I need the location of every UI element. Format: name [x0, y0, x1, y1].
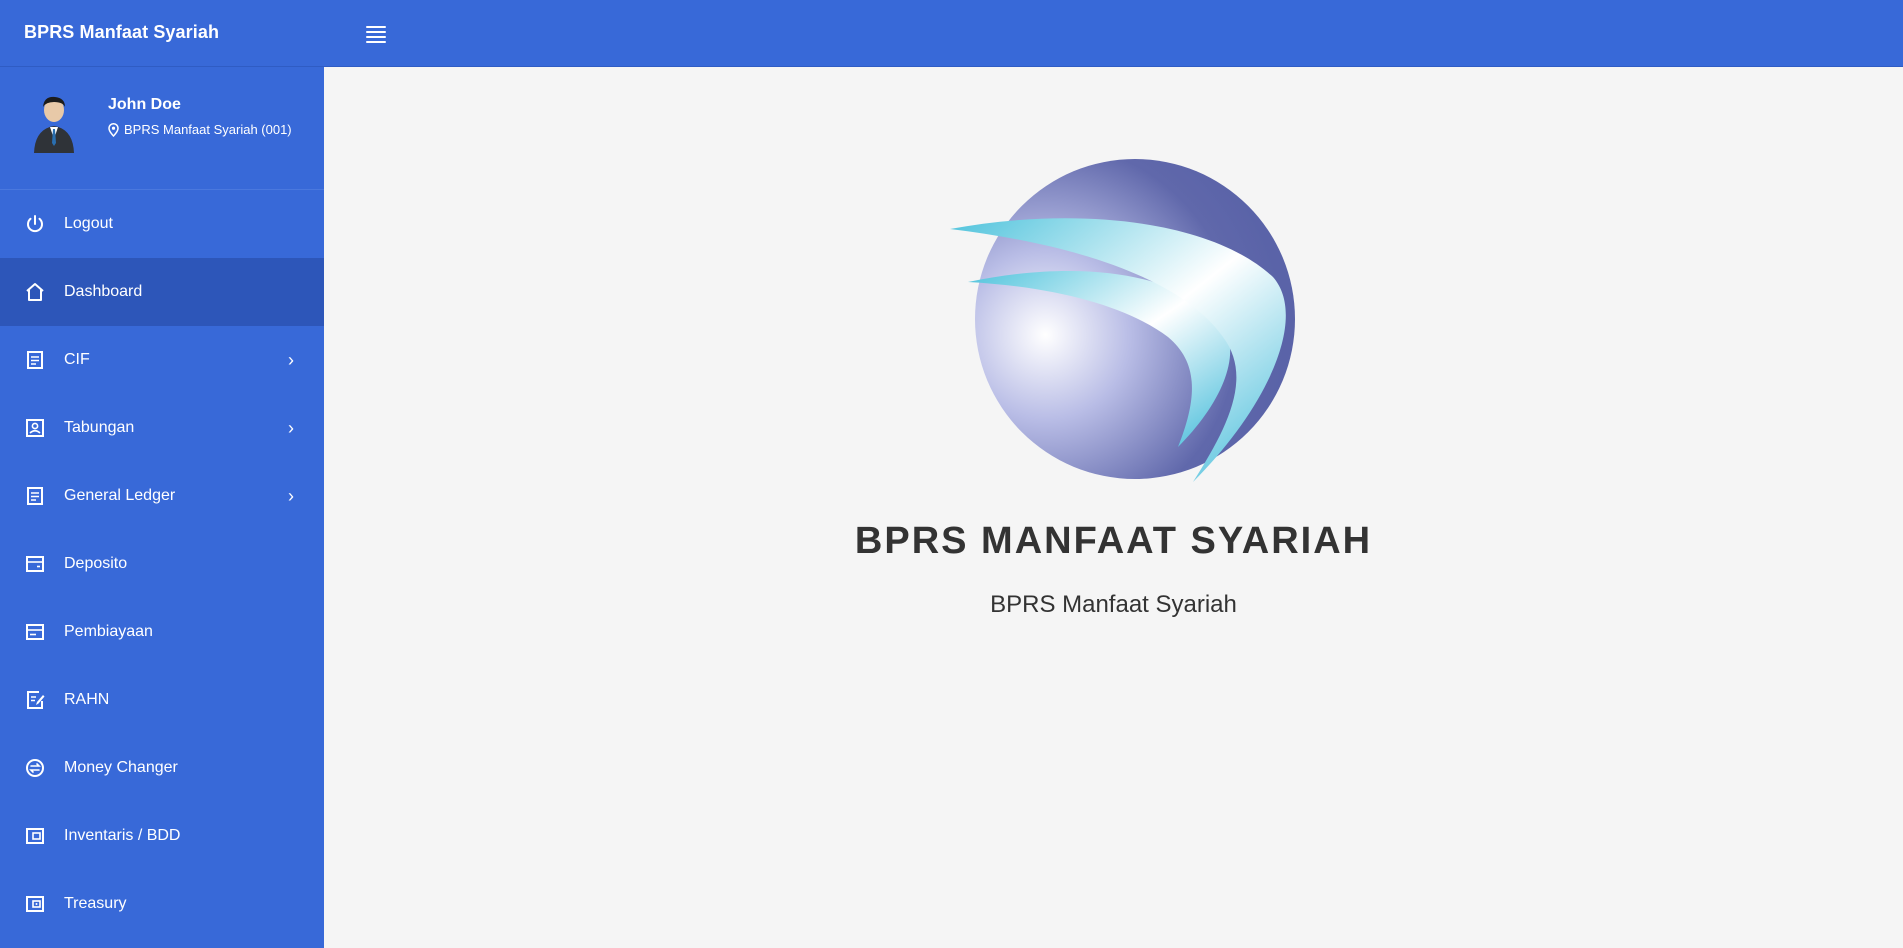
sidebar-item-label: RAHN: [64, 691, 110, 708]
chevron-right-icon[interactable]: ›: [276, 418, 306, 439]
location-pin-icon: [108, 122, 119, 137]
company-logo: [950, 159, 1295, 482]
page-title: BPRS MANFAAT SYARIAH: [854, 520, 1373, 562]
treasury-icon: [24, 893, 46, 915]
sidebar-item-money-changer[interactable]: Money Changer: [0, 734, 324, 802]
sidebar-item-rahn[interactable]: RAHN: [0, 666, 324, 734]
sidebar-item-label: Inventaris / BDD: [64, 827, 181, 844]
edit-document-icon: [24, 689, 46, 711]
power-icon: [24, 213, 46, 235]
card-icon: [24, 621, 46, 643]
sidebar-item-label: Tabungan: [64, 419, 135, 436]
inventory-icon: [24, 825, 46, 847]
sidebar-item-label: Deposito: [64, 555, 128, 572]
home-icon: [24, 281, 46, 303]
user-name: John Doe: [108, 96, 181, 113]
sidebar-item-label: Treasury: [64, 895, 127, 912]
sidebar-item-general-ledger[interactable]: General Ledger ›: [0, 462, 324, 530]
chevron-right-icon[interactable]: ›: [276, 486, 306, 507]
ledger-icon: [24, 485, 46, 507]
page-subtitle: BPRS Manfaat Syariah: [990, 591, 1237, 618]
sidebar-item-label: Dashboard: [64, 283, 143, 300]
savings-icon: [24, 417, 46, 439]
sidebar-item-logout[interactable]: Logout: [0, 190, 324, 258]
sidebar-item-dashboard[interactable]: Dashboard: [0, 258, 324, 326]
avatar: [34, 96, 74, 153]
document-icon: [24, 349, 46, 371]
sidebar-menu: Logout Dashboard CIF › Tabungan › Genera…: [0, 190, 324, 938]
menu-toggle-icon[interactable]: [362, 22, 390, 46]
top-navbar: BPRS Manfaat Syariah: [0, 0, 1903, 67]
user-branch-label: BPRS Manfaat Syariah (001): [124, 122, 292, 137]
sidebar-item-label: CIF: [64, 351, 90, 368]
sidebar-item-label: Money Changer: [64, 759, 178, 776]
sidebar-item-treasury[interactable]: Treasury: [0, 870, 324, 938]
sidebar-item-tabungan[interactable]: Tabungan ›: [0, 394, 324, 462]
main-content: BPRS MANFAAT SYARIAH BPRS Manfaat Syaria…: [324, 67, 1903, 948]
user-profile: John Doe BPRS Manfaat Syariah (001): [0, 67, 324, 190]
sidebar-item-deposito[interactable]: Deposito: [0, 530, 324, 598]
sidebar-item-inventaris[interactable]: Inventaris / BDD: [0, 802, 324, 870]
chevron-right-icon[interactable]: ›: [276, 350, 306, 371]
sidebar-item-cif[interactable]: CIF ›: [0, 326, 324, 394]
sidebar: John Doe BPRS Manfaat Syariah (001) Logo…: [0, 67, 324, 948]
sidebar-item-pembiayaan[interactable]: Pembiayaan: [0, 598, 324, 666]
wallet-icon: [24, 553, 46, 575]
brand-title[interactable]: BPRS Manfaat Syariah: [24, 22, 219, 43]
user-branch: BPRS Manfaat Syariah (001): [108, 122, 292, 137]
sidebar-item-label: General Ledger: [64, 487, 176, 504]
sidebar-item-label: Pembiayaan: [64, 623, 153, 640]
exchange-icon: [24, 757, 46, 779]
sidebar-item-label: Logout: [64, 215, 113, 232]
